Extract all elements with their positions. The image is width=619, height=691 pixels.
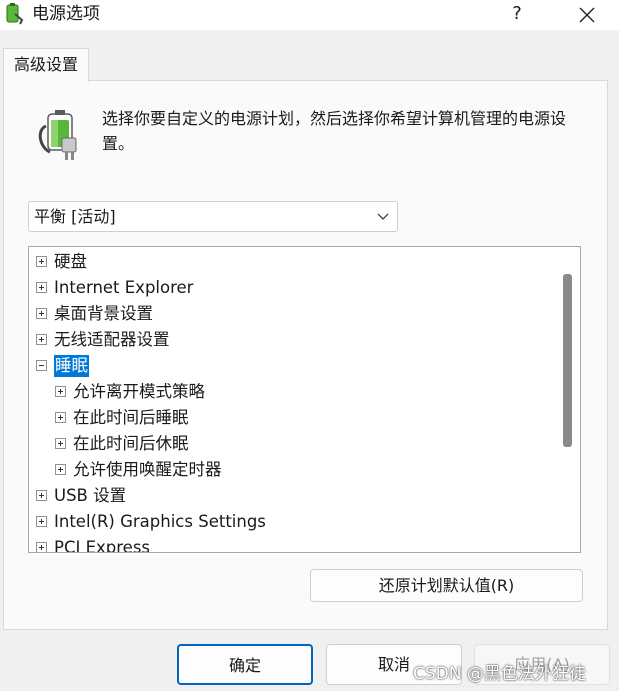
close-icon — [579, 7, 595, 23]
intro-text: 选择你要自定义的电源计划，然后选择你希望计算机管理的电源设置。 — [102, 109, 567, 153]
expand-plus-icon[interactable] — [36, 282, 47, 293]
ok-button[interactable]: 确定 — [177, 644, 313, 685]
tree-item-label: 硬盘 — [54, 252, 87, 271]
scrollbar-thumb[interactable] — [563, 274, 572, 447]
expand-plus-icon[interactable] — [36, 334, 47, 345]
tree-item-label: 允许离开模式策略 — [73, 382, 205, 401]
expand-plus-icon[interactable] — [55, 464, 66, 475]
power-plan-dropdown[interactable]: 平衡 [活动] — [28, 201, 398, 232]
power-plan-icon — [38, 110, 77, 160]
tree-item-label: USB 设置 — [54, 486, 127, 505]
tree-item-label: 在此时间后休眠 — [73, 434, 189, 453]
expand-plus-icon[interactable] — [36, 516, 47, 527]
expand-plus-icon[interactable] — [36, 308, 47, 319]
tree-item-label: Intel(R) Graphics Settings — [54, 512, 266, 531]
expand-plus-icon[interactable] — [36, 490, 47, 501]
expand-plus-icon[interactable] — [55, 412, 66, 423]
battery-plug-icon — [6, 3, 24, 25]
power-plan-value: 平衡 [活动] — [34, 207, 116, 226]
window-title: 电源选项 — [32, 4, 100, 24]
tree-item-label: Internet Explorer — [54, 278, 194, 297]
tree-item-label: 在此时间后睡眠 — [73, 408, 189, 427]
tree-item-label: PCI Express — [54, 538, 151, 553]
expand-plus-icon[interactable] — [36, 542, 47, 552]
expand-plus-icon[interactable] — [55, 438, 66, 449]
tree-item-label: 允许使用唤醒定时器 — [73, 460, 222, 479]
tree-item-label: 无线适配器设置 — [54, 330, 170, 349]
expand-plus-icon[interactable] — [36, 256, 47, 267]
settings-tree[interactable]: 硬盘 Internet Explorer 桌面背景设置 无线适配器设置 睡眠 允… — [28, 246, 581, 553]
tab-advanced-settings[interactable]: 高级设置 — [3, 48, 89, 82]
title-bar: 电源选项 ? — [0, 0, 619, 30]
restore-defaults-button[interactable]: 还原计划默认值(R) — [310, 569, 583, 602]
close-button[interactable] — [566, 0, 608, 30]
expand-plus-icon[interactable] — [55, 386, 66, 397]
collapse-minus-icon[interactable] — [36, 360, 47, 371]
watermark: CSDN @黑色法外狂徒 — [413, 664, 586, 684]
help-button[interactable]: ? — [500, 0, 534, 30]
tree-item-label-selected: 睡眠 — [54, 355, 89, 377]
tree-item-label: 桌面背景设置 — [54, 304, 153, 323]
chevron-down-icon — [377, 213, 389, 220]
